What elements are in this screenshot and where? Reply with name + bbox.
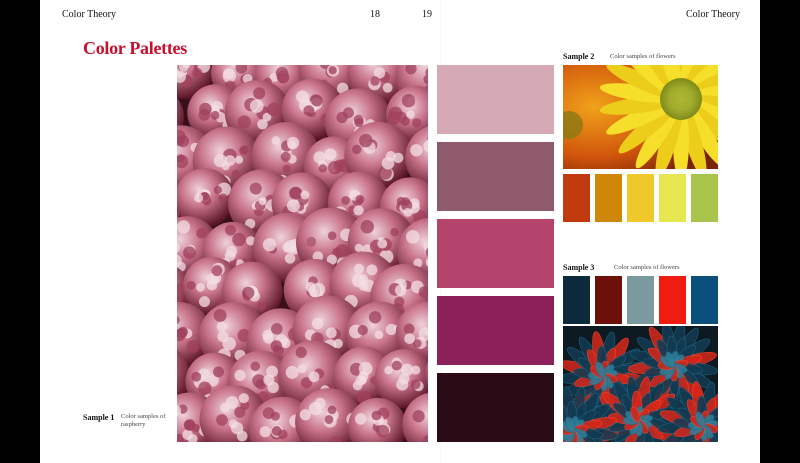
palette-swatch [437, 219, 554, 288]
sample-3-label: Sample 3 [563, 263, 595, 272]
palette-swatch [437, 373, 554, 442]
palette-swatch [691, 276, 718, 324]
right-running-header: Color Theory [686, 9, 740, 20]
palette-swatch [659, 276, 686, 324]
palette-swatch [437, 296, 554, 365]
palette-swatch [563, 174, 590, 222]
sample-1-description: Color samples of raspberry [121, 413, 166, 428]
right-page-number: 19 [422, 9, 432, 20]
book-spread: Color Theory 18 19 Color Theory Color Pa… [40, 0, 760, 463]
palette-swatch [595, 174, 622, 222]
raspberry-photo [177, 65, 428, 442]
palette-swatch [437, 142, 554, 211]
sample-3-description: Color samples of flowers [614, 264, 680, 271]
palette-swatch [595, 276, 622, 324]
sample-2-description: Color samples of flowers [610, 53, 676, 60]
palette-swatch [627, 276, 654, 324]
sample-1-label: Sample 1 [83, 413, 115, 422]
palette-swatch [437, 65, 554, 134]
flower-yellow-photo [563, 65, 718, 169]
palette-swatch [627, 174, 654, 222]
left-running-header: Color Theory [62, 9, 116, 20]
left-page-number: 18 [370, 9, 380, 20]
flower-dark-photo [563, 326, 718, 442]
sample-2-label: Sample 2 [563, 52, 595, 61]
palette-swatch [659, 174, 686, 222]
palette-swatch [691, 174, 718, 222]
palette-swatch [563, 276, 590, 324]
section-title: Color Palettes [83, 38, 187, 58]
